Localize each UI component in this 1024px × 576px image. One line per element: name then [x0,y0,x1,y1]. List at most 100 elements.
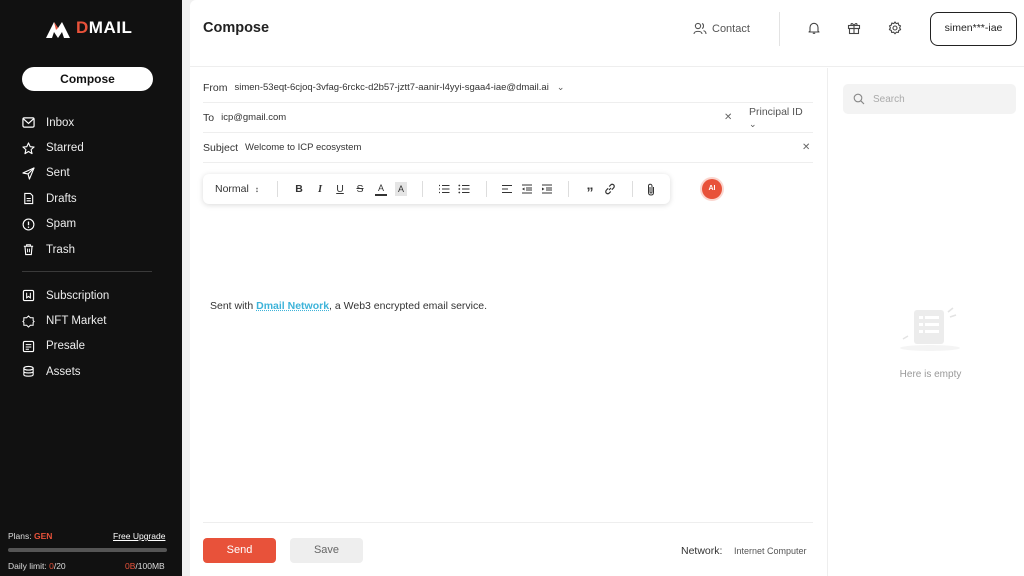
sidebar-item-label: Sent [46,167,70,179]
spam-icon [22,218,35,231]
search-icon [853,93,865,105]
ordered-list-icon[interactable] [438,182,450,196]
contacts-icon [693,22,707,35]
signature-suffix: , a Web3 encrypted email service. [329,300,487,312]
subject-label: Subject [203,142,238,154]
sidebar-item-spam[interactable]: Spam [0,212,182,237]
sidebar-item-drafts[interactable]: Drafts [0,186,182,211]
plan-info: Plans: GEN [8,531,52,541]
strikethrough-icon[interactable]: S [354,182,366,196]
toolbar-divider [568,181,569,197]
sidebar-divider [22,271,152,272]
sidebar-item-nft-market[interactable]: NFT Market [0,308,182,333]
page-title: Compose [203,20,269,36]
editor-toolbar: Normal ↕ B I U S A A ” [203,174,670,204]
clear-recipient-icon[interactable]: ✕ [724,112,732,123]
subject-value: Welcome to ICP ecosystem [245,142,361,153]
network-value[interactable]: Internet Computer [734,546,807,556]
sidebar-item-subscription[interactable]: Subscription [0,283,182,308]
drafts-icon [22,192,35,205]
daily-limit: Daily limit: 0/20 [8,561,66,571]
sidebar-nav-main: Inbox Starred Sent Drafts Spam Trash [0,110,182,262]
network-label: Network: [681,545,722,557]
email-body-signature[interactable]: Sent with Dmail Network, a Web3 encrypte… [210,300,487,312]
storage-total: /100MB [135,561,164,571]
gear-icon[interactable] [888,21,902,35]
sidebar-item-label: Assets [46,366,81,378]
bold-icon[interactable]: B [293,182,305,196]
nft-market-icon [22,315,35,328]
send-button[interactable]: Send [203,538,276,563]
sidebar-item-inbox[interactable]: Inbox [0,110,182,135]
sidebar-nav-secondary: Subscription NFT Market Presale Assets [0,283,182,385]
plan-name: GEN [34,531,52,541]
clear-subject-icon[interactable]: ✕ [802,142,810,153]
send-icon [22,167,35,180]
from-address: simen-53eqt-6cjoq-3vfag-6rckc-d2b57-jztt… [235,82,549,93]
chevron-down-icon[interactable]: ⌄ [557,82,565,93]
link-icon[interactable] [604,182,616,196]
sidebar-item-label: Trash [46,244,75,256]
trash-icon [22,243,35,256]
principal-id-dropdown[interactable]: Principal ID ⌄ [749,106,813,130]
from-field[interactable]: From simen-53eqt-6cjoq-3vfag-6rckc-d2b57… [203,73,813,103]
sidebar-item-assets[interactable]: Assets [0,359,182,384]
star-icon [22,142,35,155]
dmail-logo[interactable]: DMAIL [44,16,132,40]
sidebar: DMAIL Compose Inbox Starred Sent Drafts [0,0,182,576]
signature-prefix: Sent with [210,300,256,312]
quote-icon[interactable]: ” [584,182,596,196]
search-input[interactable] [873,94,1003,105]
sidebar-item-sent[interactable]: Sent [0,161,182,186]
sidebar-item-label: Starred [46,142,84,154]
save-button[interactable]: Save [290,538,363,563]
ai-assistant-button[interactable]: AI [702,179,722,199]
contact-label: Contact [712,23,750,35]
indent-icon[interactable] [541,182,553,196]
empty-state-text: Here is empty [828,369,1024,380]
bullet-list-icon[interactable] [458,182,470,196]
assets-icon [22,365,35,378]
compose-button[interactable]: Compose [22,67,153,91]
brand-name: DMAIL [76,18,132,38]
bell-icon[interactable] [807,21,821,35]
dmail-network-link[interactable]: Dmail Network [256,300,329,312]
sidebar-item-label: NFT Market [46,315,107,327]
gift-icon[interactable] [847,21,861,35]
sidebar-item-presale[interactable]: Presale [0,334,182,359]
subscription-icon [22,289,35,302]
brand-rest: MAIL [89,18,133,37]
sidebar-item-label: Inbox [46,117,74,129]
sidebar-item-starred[interactable]: Starred [0,135,182,160]
inbox-icon [22,116,35,129]
highlight-icon[interactable]: A [395,182,407,196]
free-upgrade-link[interactable]: Free Upgrade [113,531,165,541]
sidebar-item-trash[interactable]: Trash [0,237,182,262]
toolbar-divider [486,181,487,197]
italic-icon[interactable]: I [314,182,326,196]
attachment-icon[interactable] [645,182,657,196]
align-left-icon[interactable] [501,182,513,196]
daily-limit-label: Daily limit: [8,561,47,571]
text-color-icon[interactable]: A [375,182,387,196]
to-field[interactable]: To icp@gmail.com ✕ Principal ID ⌄ [203,103,813,133]
user-account-button[interactable]: simen***-iae [930,12,1017,46]
to-label: To [203,112,214,124]
toolbar-divider [632,181,633,197]
footer-divider [203,522,813,523]
header-divider [779,12,780,46]
sidebar-item-label: Presale [46,340,85,352]
contact-button[interactable]: Contact [693,22,750,35]
format-select[interactable]: Normal ↕ [215,182,267,196]
from-label: From [203,82,228,94]
outdent-icon[interactable] [521,182,533,196]
storage-usage: 0B/100MB [125,561,165,571]
chevron-down-icon: ⌄ [749,119,757,129]
principal-id-label: Principal ID [749,106,803,118]
subject-field[interactable]: Subject Welcome to ICP ecosystem ✕ [203,133,813,163]
underline-icon[interactable]: U [334,182,346,196]
header: Compose Contact simen***-iae [190,0,1024,67]
main-panel: Compose Contact simen***-iae From simen-… [190,0,1024,576]
dmail-logo-icon [44,16,72,40]
search-box[interactable] [843,84,1016,114]
